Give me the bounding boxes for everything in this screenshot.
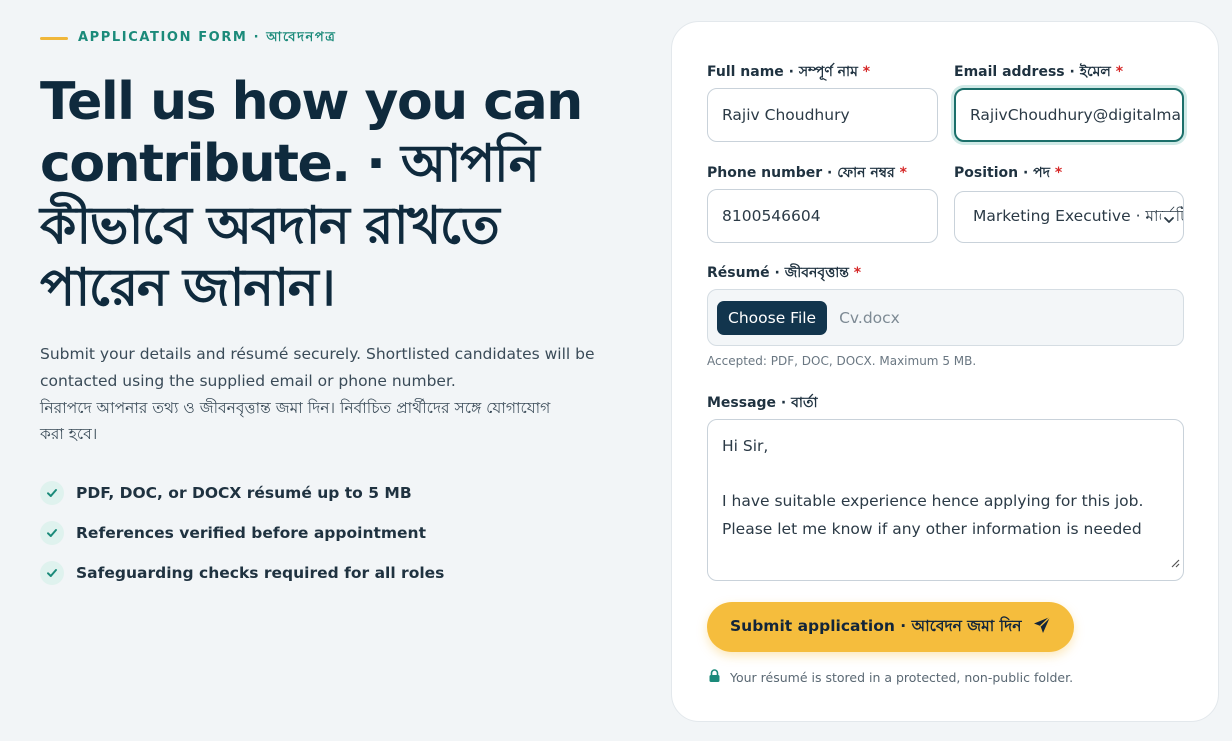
selected-file-name: Cv.docx [839, 308, 900, 327]
full-name-value: Rajiv Choudhury [722, 106, 850, 124]
resume-file-input[interactable]: Choose File Cv.docx [707, 289, 1184, 346]
position-select[interactable]: Marketing Executive · মার্কেটিং এক্সিকিউ… [954, 191, 1184, 243]
message-label-text: Message · বার্তা [707, 395, 818, 411]
email-label: Email address · ইমেল * [954, 60, 1123, 84]
choose-file-button[interactable]: Choose File [717, 300, 828, 335]
email-value: RajivChoudhury@digitalmarketing.com [970, 106, 1182, 124]
submit-label: Submit application · আবেদন জমা দিন [730, 617, 1022, 635]
required-marker: * [862, 64, 871, 80]
checklist-item-label: References verified before appointment [76, 524, 426, 542]
intro-text-en: Submit your details and résumé securely.… [40, 345, 595, 390]
chevron-down-icon [1161, 212, 1175, 230]
message-label: Message · বার্তা [707, 391, 818, 415]
required-marker: * [1054, 165, 1063, 181]
required-marker: * [1115, 64, 1124, 80]
checklist-item-label: PDF, DOC, or DOCX résumé up to 5 MB [76, 484, 412, 502]
check-icon [40, 561, 64, 585]
lock-icon [709, 669, 720, 685]
message-line [722, 461, 1169, 489]
check-icon [40, 481, 64, 505]
required-marker: * [899, 165, 907, 181]
message-line: Hi Sir, [722, 437, 769, 455]
eyebrow-accent-line [40, 37, 68, 40]
full-name-label-text: Full name · সম্পূর্ণ নাম [707, 64, 858, 80]
message-line: I have suitable experience hence applyin… [722, 492, 1144, 510]
checklist-item: PDF, DOC, or DOCX résumé up to 5 MB [40, 473, 620, 513]
checklist-item: References verified before appointment [40, 513, 620, 553]
email-input[interactable]: RajivChoudhury@digitalmarketing.com [954, 88, 1184, 142]
message-line: Please let me know if any other informat… [722, 519, 1142, 538]
phone-value: 8100546604 [722, 207, 821, 225]
intro-text-bn: নিরাপদে আপনার তথ্য ও জীবনবৃত্তান্ত জমা দ… [40, 399, 551, 443]
phone-input[interactable]: 8100546604 [707, 189, 938, 243]
resume-label: Résumé · জীবনবৃত্তান্ত * [707, 261, 861, 285]
security-note-text: Your résumé is stored in a protected, no… [730, 669, 1074, 685]
phone-label-text: Phone number · ফোন নম্বর [707, 165, 895, 181]
checklist-item-label: Safeguarding checks required for all rol… [76, 564, 445, 582]
message-textarea[interactable]: Hi Sir, I have suitable experience hence… [707, 419, 1184, 581]
position-value: Marketing Executive · মার্কেটিং এক্সিকিউ… [973, 207, 1183, 225]
feature-checklist: PDF, DOC, or DOCX résumé up to 5 MB Refe… [40, 473, 620, 593]
checklist-item: Safeguarding checks required for all rol… [40, 553, 620, 593]
phone-label: Phone number · ফোন নম্বর * [707, 161, 907, 185]
resume-label-text: Résumé · জীবনবৃত্তান্ত [707, 265, 849, 281]
send-icon [1032, 615, 1052, 639]
page-title: Tell us how you can contribute. · আপনি ক… [40, 72, 583, 318]
position-label-text: Position · পদ [954, 165, 1051, 181]
security-note: Your résumé is stored in a protected, no… [709, 669, 1073, 685]
intro-section: APPLICATION FORM · আবেদনপত্র Tell us how… [40, 28, 620, 593]
submit-application-button[interactable]: Submit application · আবেদন জমা দিন [707, 602, 1074, 652]
resume-hint: Accepted: PDF, DOC, DOCX. Maximum 5 MB. [707, 354, 977, 368]
application-form-card: Full name · সম্পূর্ণ নাম * Rajiv Choudhu… [671, 21, 1219, 722]
full-name-label: Full name · সম্পূর্ণ নাম * [707, 60, 870, 84]
full-name-input[interactable]: Rajiv Choudhury [707, 88, 938, 142]
required-marker: * [853, 265, 862, 281]
check-icon [40, 521, 64, 545]
resize-handle-icon[interactable] [1170, 550, 1180, 578]
eyebrow-text: APPLICATION FORM · আবেদনপত্র [78, 30, 337, 45]
email-label-text: Email address · ইমেল [954, 64, 1111, 80]
eyebrow: APPLICATION FORM · আবেদনপত্র [40, 28, 620, 49]
position-label: Position · পদ * [954, 161, 1062, 185]
